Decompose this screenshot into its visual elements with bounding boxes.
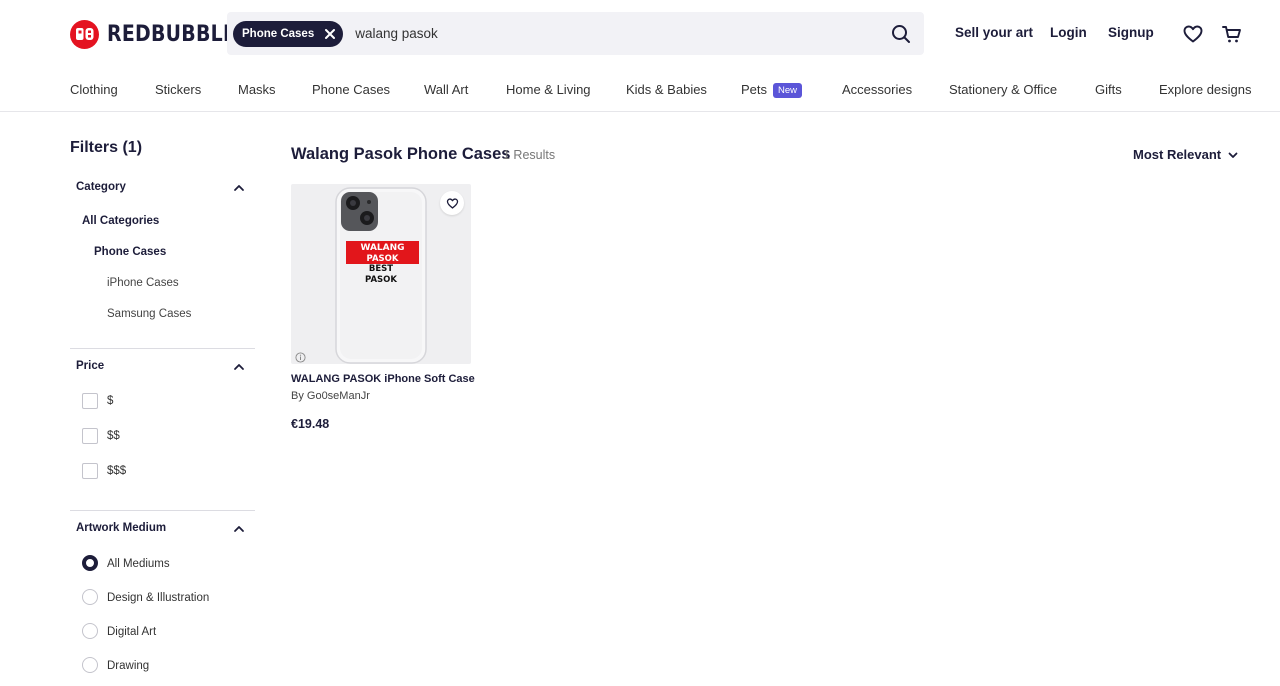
case-print-line-1: WALANG [360,243,404,253]
sell-your-art-link[interactable]: Sell your art [955,25,1033,40]
case-print-line-2: PASOK [367,254,399,264]
product-artist[interactable]: By Go0seManJr [291,390,370,402]
product-card: WALANG PASOK BEST PASOK WALANG PASOK iPh… [291,184,475,434]
chevron-up-icon[interactable] [232,181,246,195]
medium-option-digital[interactable]: Digital Art [107,626,156,638]
medium-radio-all[interactable] [82,555,98,571]
nav-item-stickers[interactable]: Stickers [155,82,201,97]
chevron-up-icon[interactable] [232,522,246,536]
nav-item-home-living[interactable]: Home & Living [506,82,591,97]
case-print-line-4: PASOK [365,275,397,285]
login-link[interactable]: Login [1050,25,1087,40]
results-title: Walang Pasok Phone Cases [291,145,511,163]
medium-option-all[interactable]: All Mediums [107,558,170,570]
medium-radio-drawing[interactable] [82,657,98,673]
nav-item-masks[interactable]: Masks [238,82,276,97]
nav-item-wall-art[interactable]: Wall Art [424,82,468,97]
results-count: 1 Results [503,148,556,162]
nav-item-pets[interactable]: Pets New [741,82,803,98]
category-heading[interactable]: Category [76,181,126,193]
logo-badge-icon [70,19,99,49]
price-option-1[interactable]: $ [107,395,113,407]
category-samsung-cases[interactable]: Samsung Cases [107,308,191,320]
info-icon[interactable] [295,350,306,363]
nav-item-pets-label: Pets [741,82,768,97]
product-image[interactable]: WALANG PASOK BEST PASOK [291,184,471,364]
artwork-medium-heading[interactable]: Artwork Medium [76,522,166,534]
price-option-3[interactable]: $$$ [107,465,126,477]
price-checkbox-3[interactable] [82,463,98,479]
sort-label: Most Relevant [1133,147,1222,162]
search-input[interactable] [355,26,876,41]
nav-item-clothing[interactable]: Clothing [70,82,118,97]
filters-title: Filters (1) [70,139,143,156]
medium-option-design[interactable]: Design & Illustration [107,592,209,604]
logo-text: REDBUBBLE [107,21,237,47]
heart-icon[interactable] [1182,23,1204,45]
chip-label: Phone Cases [242,27,315,40]
product-title[interactable]: WALANG PASOK iPhone Soft Case [291,373,475,385]
product-price: €19.48 [291,417,330,431]
new-badge: New [773,83,803,98]
case-print-line-3: BEST [369,264,393,274]
nav-item-explore-designs[interactable]: Explore designs [1159,82,1252,97]
category-nav: Clothing Stickers Masks Phone Cases Wall… [0,66,1280,112]
nav-item-kids-babies[interactable]: Kids & Babies [626,82,707,97]
nav-item-gifts[interactable]: Gifts [1095,82,1122,97]
nav-item-accessories[interactable]: Accessories [842,82,912,97]
medium-radio-digital[interactable] [82,623,98,639]
signup-link[interactable]: Signup [1108,25,1154,40]
heart-icon[interactable] [440,191,464,215]
divider [70,348,255,349]
search-bar[interactable]: Phone Cases [227,12,924,55]
sort-dropdown[interactable]: Most Relevant [1133,147,1239,162]
price-checkbox-1[interactable] [82,393,98,409]
medium-radio-design[interactable] [82,589,98,605]
category-all[interactable]: All Categories [82,215,159,227]
nav-item-stationery-office[interactable]: Stationery & Office [949,82,1057,97]
category-phone-cases[interactable]: Phone Cases [94,246,166,258]
medium-option-drawing[interactable]: Drawing [107,660,149,672]
price-option-2[interactable]: $$ [107,430,120,442]
site-header: REDBUBBLE Phone Cases Sell your art Logi… [0,0,1280,66]
chevron-down-icon [1228,152,1238,158]
search-category-chip[interactable]: Phone Cases [233,20,344,47]
chevron-up-icon[interactable] [232,360,246,374]
price-heading[interactable]: Price [76,360,104,372]
nav-item-phone-cases[interactable]: Phone Cases [312,82,390,97]
close-icon[interactable] [321,25,339,43]
divider [70,510,255,511]
cart-icon[interactable] [1221,23,1243,45]
search-icon[interactable] [890,23,912,45]
price-checkbox-2[interactable] [82,428,98,444]
category-iphone-cases[interactable]: iPhone Cases [107,277,179,289]
